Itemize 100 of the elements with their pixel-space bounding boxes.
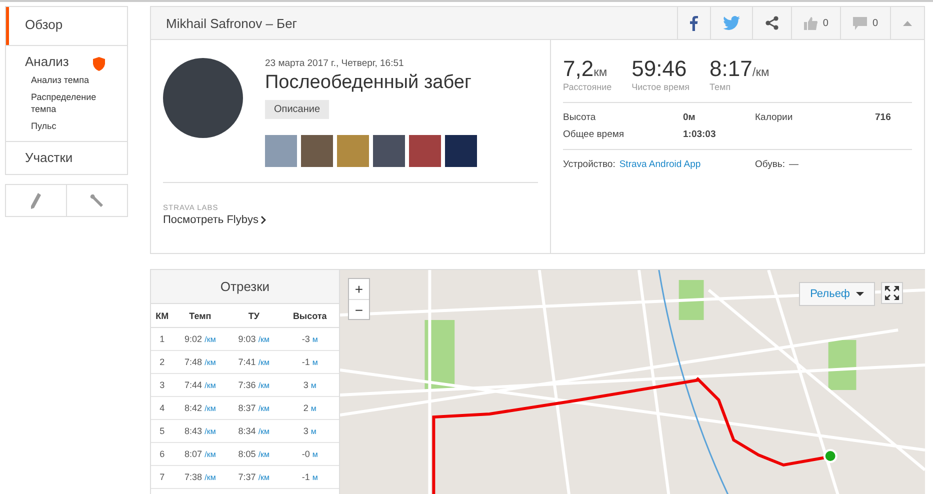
table-cell: 8:43 [184, 426, 202, 436]
unit-label: /км [258, 381, 270, 390]
activity-date: 23 марта 2017 г., Четверг, 16:51 [265, 58, 404, 69]
stat-unit: /км [752, 65, 770, 79]
table-cell: 7:37 [238, 472, 256, 482]
chevron-right-icon [261, 216, 266, 224]
sidebar-item[interactable]: Анализ [6, 46, 85, 72]
unit-label: /км [204, 358, 216, 367]
table-cell: 7:38 [184, 472, 202, 482]
activity-name: Послеобеденный забег [265, 72, 472, 94]
sidebar-subitem[interactable]: Распределение темпа [6, 89, 127, 118]
table-cell: 7 [160, 472, 165, 482]
table-cell: 8:42 [184, 403, 202, 413]
sidebar-item[interactable]: Участки [6, 142, 89, 168]
unit-label: /км [258, 335, 270, 344]
detail-label: Общее время [563, 129, 626, 140]
table-cell: 4 [160, 403, 165, 413]
comment-icon [853, 16, 868, 30]
table-cell: 7:36 [238, 380, 256, 390]
comment-count: 0 [872, 18, 878, 28]
description-button[interactable]: Описание [265, 100, 330, 119]
sidebar-item[interactable]: Обзор [6, 7, 79, 45]
column-header: Высота [280, 304, 339, 328]
table-cell: -0 [302, 449, 310, 459]
facebook-icon [690, 16, 698, 30]
photo-thumbnail[interactable] [301, 135, 333, 167]
table-cell: -3 [302, 334, 310, 344]
wrench-icon [89, 192, 105, 208]
table-cell: 2 [303, 403, 308, 413]
detail-value: 0м [683, 112, 696, 123]
table-cell: 8:34 [238, 426, 256, 436]
share-icon [764, 16, 779, 30]
unit-label: /км [258, 404, 270, 413]
unit-label: м [312, 335, 318, 344]
table-cell: 5 [160, 426, 165, 436]
table-cell: 7:48 [184, 357, 202, 367]
unit-label: /км [204, 450, 216, 459]
table-cell: 6 [160, 449, 165, 459]
table-cell: 9:03 [238, 334, 256, 344]
table-cell: 8:05 [238, 449, 256, 459]
shoes-label: Обувь: [755, 159, 786, 170]
unit-label: /км [204, 335, 216, 344]
pencil-icon [31, 192, 41, 208]
kudos-count: 0 [822, 18, 828, 28]
table-cell: 8:07 [184, 449, 202, 459]
photo-thumbnail[interactable] [409, 135, 441, 167]
unit-label: /км [258, 427, 270, 436]
table-cell: 7:44 [184, 380, 202, 390]
shoes-value: — [789, 159, 799, 170]
table-cell: 9:02 [184, 334, 202, 344]
map-layer-dropdown[interactable]: Рельеф [799, 282, 875, 306]
activity-title: Mikhail Safronov – Бег [165, 16, 298, 30]
unit-label: м [310, 381, 316, 390]
stat-value: 59:46 [632, 56, 687, 81]
unit-label: /км [258, 358, 270, 367]
photo-thumbnail[interactable] [373, 135, 405, 167]
device-link[interactable]: Strava Android App [619, 159, 701, 170]
caret-up-icon [903, 20, 912, 26]
table-cell: 7:41 [238, 357, 256, 367]
table-cell: 1 [160, 334, 165, 344]
detail-label: Высота [563, 112, 597, 123]
fullscreen-button[interactable] [881, 282, 903, 304]
unit-label: м [312, 358, 318, 367]
flybys-link[interactable]: Посмотреть Flybys [163, 214, 266, 226]
stat-label: Чистое время [632, 82, 690, 92]
photo-thumbnail[interactable] [265, 135, 297, 167]
unit-label: /км [204, 427, 216, 436]
sidebar-subitem[interactable]: Пульс [6, 118, 127, 135]
device-label: Устройство: [563, 159, 616, 170]
column-header: Темп [173, 304, 228, 328]
table-cell: 3 [303, 380, 308, 390]
stat-label: Расстояние [563, 82, 612, 92]
table-cell: 3 [303, 426, 308, 436]
table-cell: 3 [160, 380, 165, 390]
photo-thumbnail[interactable] [337, 135, 369, 167]
sidebar-subitem[interactable]: Анализ темпа [6, 72, 127, 90]
table-cell: 8:37 [238, 403, 256, 413]
table-cell: -1 [302, 472, 310, 482]
stat-label: Темп [710, 82, 732, 92]
table-cell: -1 [302, 357, 310, 367]
unit-label: м [310, 427, 316, 436]
splits-title: Отрезки [151, 270, 339, 304]
expand-icon [885, 286, 899, 300]
stat-unit: км [594, 65, 608, 79]
stat-value: 7,2 [563, 56, 594, 81]
column-header: ТУ [227, 304, 281, 328]
detail-value: 1:03:03 [683, 129, 717, 140]
stat-value: 8:17 [710, 56, 752, 81]
photo-thumbnail[interactable] [445, 135, 477, 167]
unit-label: /км [204, 404, 216, 413]
detail-value: 716 [875, 112, 892, 123]
caret-down-icon [856, 292, 864, 296]
unit-label: /км [204, 473, 216, 482]
unit-label: /км [204, 381, 216, 390]
unit-label: /км [258, 450, 270, 459]
unit-label: м [312, 473, 318, 482]
bird-icon [722, 16, 740, 30]
column-header: КМ [151, 304, 174, 328]
unit-label: м [312, 450, 318, 459]
unit-label: /км [258, 473, 270, 482]
